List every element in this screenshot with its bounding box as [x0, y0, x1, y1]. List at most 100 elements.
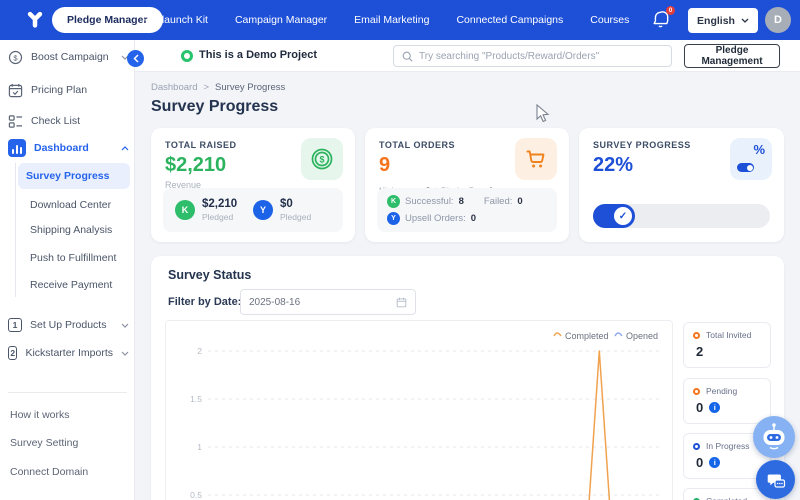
chevron-up-icon — [121, 146, 129, 151]
completed-series-line — [586, 351, 612, 500]
robot-icon — [753, 416, 795, 458]
sidebar-item-set-up-products[interactable]: 1 Set Up Products — [8, 315, 129, 335]
global-search[interactable] — [393, 45, 672, 67]
chevron-left-icon — [133, 54, 139, 63]
sidebar-child-label: Shipping Analysis — [22, 224, 112, 236]
ytick-1: 1 — [197, 442, 202, 452]
sidebar-item-shipping-analysis[interactable]: Shipping Analysis — [22, 220, 130, 240]
sidebar-item-check-list[interactable]: Check List — [8, 111, 129, 131]
orange-dot-icon — [693, 388, 700, 395]
mini-card-label: Total Invited — [706, 330, 751, 340]
breadcrumb-current: Survey Progress — [215, 82, 285, 93]
kickstarter-pledged-value: $2,210 — [202, 198, 237, 211]
sidebar-item-kickstarter-imports[interactable]: 2 Kickstarter Imports — [8, 343, 129, 363]
completed-legend-label: Completed — [565, 331, 609, 341]
chat-button[interactable] — [756, 460, 795, 499]
page-title: Survey Progress — [151, 98, 278, 116]
sidebar: $ Boost Campaign Pricing Plan Check List… — [0, 40, 135, 500]
step-2-icon: 2 — [8, 346, 17, 360]
app-screen: Pledge Manager Pre-launch Kit Campaign M… — [0, 0, 800, 500]
sidebar-collapse-button[interactable] — [127, 50, 144, 67]
sidebar-item-survey-progress[interactable]: Survey Progress — [18, 163, 130, 189]
info-icon[interactable]: i — [709, 457, 720, 468]
ytick-1-5: 1.5 — [190, 394, 202, 404]
sidebar-item-how-it-works[interactable]: How it works — [10, 405, 130, 425]
upsell-value: 0 — [471, 213, 476, 224]
sidebar-child-label: Receive Payment — [22, 279, 112, 291]
ytick-2: 2 — [197, 346, 202, 356]
pledgebox-pledged: Y $0 Pledged — [253, 198, 331, 221]
sidebar-item-download-center[interactable]: Download Center — [22, 195, 130, 215]
notifications-button[interactable]: 0 — [652, 10, 672, 30]
calendar-icon — [8, 83, 23, 98]
sidebar-item-survey-setting[interactable]: Survey Setting — [10, 433, 130, 453]
pledge-management-button[interactable]: Pledge Management — [684, 44, 780, 68]
survey-status-title: Survey Status — [168, 268, 251, 282]
svg-text:$: $ — [13, 53, 18, 62]
total-invited-card: Total Invited 2 — [683, 322, 771, 368]
mini-card-label: Pending — [706, 386, 737, 396]
top-navbar: Pledge Manager Pre-launch Kit Campaign M… — [0, 0, 800, 40]
sidebar-child-label: Download Center — [22, 199, 111, 211]
check-icon: ✓ — [614, 207, 632, 225]
nav-prelaunch-kit[interactable]: Pre-launch Kit — [142, 14, 208, 26]
nav-connected-campaigns[interactable]: Connected Campaigns — [456, 14, 563, 26]
pending-value: 0 — [696, 400, 703, 415]
pledgebox-pledged-value: $0 — [280, 198, 311, 211]
blue-dot-icon — [693, 443, 700, 450]
successful-label: Successful: — [405, 196, 454, 207]
orange-dot-icon — [693, 332, 700, 339]
legend-opened[interactable]: Opened — [615, 331, 658, 341]
breadcrumb: Dashboard > Survey Progress — [151, 82, 285, 93]
sidebar-item-connect-domain[interactable]: Connect Domain — [10, 462, 130, 482]
sidebar-child-label: Push to Fulfillment — [22, 252, 116, 264]
sidebar-item-receive-payment[interactable]: Receive Payment — [22, 275, 130, 295]
sidebar-item-label: Kickstarter Imports — [25, 347, 113, 359]
notification-count-badge: 0 — [666, 6, 675, 15]
sidebar-item-label: Pricing Plan — [31, 84, 87, 96]
percent-toggle-icon: % — [730, 138, 772, 180]
sidebar-item-pricing-plan[interactable]: Pricing Plan — [8, 80, 129, 100]
date-filter-field[interactable] — [240, 289, 416, 315]
breadcrumb-parent[interactable]: Dashboard — [151, 82, 197, 93]
completed-card: Completed — [683, 488, 771, 500]
sidebar-item-dashboard[interactable]: Dashboard — [8, 138, 129, 158]
survey-progress-bar[interactable]: ✓ — [593, 204, 770, 228]
dashboard-icon — [8, 139, 26, 157]
cart-icon — [515, 138, 557, 180]
date-input[interactable] — [249, 297, 396, 308]
content-topbar: This is a Demo Project Pledge Management — [135, 40, 800, 72]
in-progress-value: 0 — [696, 455, 703, 470]
filter-by-date-label: Filter by Date: — [168, 296, 241, 308]
info-icon[interactable]: i — [709, 402, 720, 413]
pledged-breakdown: K $2,210 Pledged Y $0 Pledged — [163, 188, 343, 232]
chevron-down-icon — [121, 323, 129, 328]
language-selector[interactable]: English — [688, 8, 758, 33]
legend-completed[interactable]: Completed — [554, 331, 609, 341]
sidebar-item-push-to-fulfillment[interactable]: Push to Fulfillment — [22, 248, 130, 268]
nav-courses[interactable]: Courses — [590, 14, 629, 26]
nav-email-marketing[interactable]: Email Marketing — [354, 14, 429, 26]
pledged-caption: Pledged — [280, 212, 311, 222]
coin-dollar-icon: $ — [8, 50, 23, 65]
orders-row-2: Y Upsell Orders:0 — [387, 212, 547, 225]
demo-project-label: This is a Demo Project — [199, 49, 317, 61]
nav-campaign-manager[interactable]: Campaign Manager — [235, 14, 327, 26]
successful-value: 8 — [459, 196, 464, 207]
upsell-label: Upsell Orders: — [405, 213, 466, 224]
dollar-coin-icon: $ — [301, 138, 343, 180]
search-input[interactable] — [419, 51, 663, 62]
survey-progress-card: SURVEY PROGRESS 22% % ✓ — [579, 128, 784, 242]
pledgebox-icon: Y — [253, 200, 273, 220]
user-avatar[interactable]: D — [765, 7, 791, 33]
language-label: English — [697, 15, 735, 27]
sidebar-item-boost-campaign[interactable]: $ Boost Campaign — [8, 47, 129, 67]
survey-status-card: Survey Status Filter by Date: 2 1.5 1 0 — [151, 256, 784, 500]
mini-card-label: In Progress — [706, 441, 749, 451]
kickstarter-icon: K — [175, 200, 195, 220]
sidebar-item-label: How it works — [10, 409, 70, 421]
sidebar-child-label: Survey Progress — [18, 170, 109, 182]
opened-legend-mark — [615, 333, 622, 336]
primary-nav: Pre-launch Kit Campaign Manager Email Ma… — [142, 0, 629, 40]
chatbot-button[interactable] — [753, 416, 795, 458]
